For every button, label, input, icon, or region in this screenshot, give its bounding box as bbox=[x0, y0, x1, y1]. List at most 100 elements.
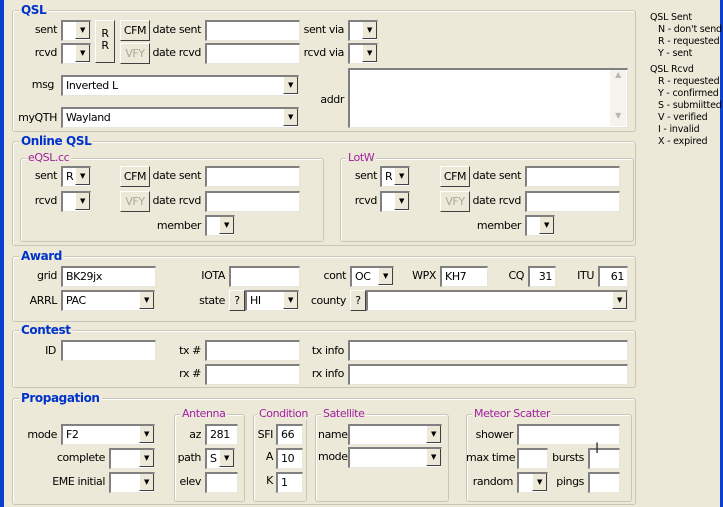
k-index-input[interactable]: 1 bbox=[276, 472, 303, 493]
lotw-cfm-button[interactable]: CFM bbox=[440, 166, 470, 187]
chevron-down-icon[interactable]: ▼ bbox=[426, 426, 441, 443]
value: R bbox=[385, 170, 393, 183]
eqsl-member-combo[interactable]: ▼ bbox=[205, 215, 235, 236]
cq-input[interactable]: 31 bbox=[528, 266, 556, 287]
scroll-up-icon[interactable]: ▲ bbox=[610, 70, 626, 79]
tx-info-input[interactable] bbox=[348, 340, 628, 361]
chevron-down-icon[interactable]: ▼ bbox=[75, 45, 90, 62]
shower-input[interactable] bbox=[517, 424, 620, 445]
grid-input[interactable]: BK29jx bbox=[61, 266, 156, 287]
lotw-date-sent-input[interactable] bbox=[525, 166, 620, 187]
a-index-input[interactable]: 10 bbox=[276, 448, 303, 469]
contest-id-input[interactable] bbox=[61, 340, 156, 361]
chevron-down-icon[interactable]: ▼ bbox=[139, 450, 154, 467]
cont-combo[interactable]: OC ▼ bbox=[350, 266, 394, 287]
bursts-input[interactable] bbox=[588, 448, 620, 469]
vfy-button[interactable]: VFY bbox=[120, 43, 150, 64]
chevron-down-icon[interactable]: ▼ bbox=[539, 217, 554, 234]
eqsl-rcvd-combo[interactable]: ▼ bbox=[61, 191, 91, 212]
value: Inverted L bbox=[66, 79, 118, 92]
addr-scrollbar[interactable]: ▲ ▼ bbox=[610, 70, 626, 126]
chevron-down-icon[interactable]: ▼ bbox=[219, 217, 234, 234]
myqth-label: myQTH bbox=[18, 111, 57, 124]
chevron-down-icon[interactable]: ▼ bbox=[139, 474, 154, 491]
sat-mode-combo[interactable]: ▼ bbox=[348, 447, 442, 468]
rcvd-via-combo[interactable]: ▼ bbox=[348, 43, 378, 64]
itu-input[interactable]: 61 bbox=[598, 266, 628, 287]
wpx-input[interactable]: KH7 bbox=[440, 266, 488, 287]
chevron-down-icon[interactable]: ▼ bbox=[283, 77, 298, 94]
county-lookup-button[interactable]: ? bbox=[350, 290, 366, 311]
sent-via-combo[interactable]: ▼ bbox=[348, 20, 378, 41]
eqsl-sent-combo[interactable]: R ▼ bbox=[61, 166, 91, 187]
elev-input[interactable] bbox=[205, 472, 238, 493]
qsl-sent-combo[interactable]: ▼ bbox=[61, 20, 91, 41]
complete-combo[interactable]: ▼ bbox=[109, 448, 155, 469]
chevron-down-icon[interactable]: ▼ bbox=[378, 268, 393, 285]
legend-item: R - requested bbox=[658, 36, 720, 47]
state-combo[interactable]: HI ▼ bbox=[245, 290, 299, 311]
chevron-down-icon[interactable]: ▼ bbox=[283, 109, 298, 126]
legend-item: Y - sent bbox=[658, 48, 693, 59]
state-lookup-button[interactable]: ? bbox=[229, 290, 245, 311]
sfi-label: SFI bbox=[257, 428, 274, 441]
lotw-member-combo[interactable]: ▼ bbox=[525, 215, 555, 236]
chevron-down-icon[interactable]: ▼ bbox=[219, 450, 234, 467]
msg-combo[interactable]: Inverted L ▼ bbox=[61, 75, 299, 96]
chevron-down-icon[interactable]: ▼ bbox=[612, 292, 627, 309]
date-rcvd-input[interactable] bbox=[205, 43, 300, 64]
eqsl-cfm-button[interactable]: CFM bbox=[120, 166, 150, 187]
eqsl-date-rcvd-input[interactable] bbox=[205, 191, 300, 212]
chevron-down-icon[interactable]: ▼ bbox=[75, 22, 90, 39]
tx-number-input[interactable] bbox=[205, 340, 300, 361]
rx-number-input[interactable] bbox=[205, 364, 300, 385]
chevron-down-icon[interactable]: ▼ bbox=[362, 45, 377, 62]
value: HI bbox=[250, 294, 261, 307]
qsl-title: QSL bbox=[19, 3, 49, 17]
chevron-down-icon[interactable]: ▼ bbox=[532, 474, 547, 491]
scroll-down-icon[interactable]: ▼ bbox=[610, 111, 626, 120]
rr-button[interactable]: R R bbox=[95, 20, 115, 63]
eme-initial-combo[interactable]: ▼ bbox=[109, 472, 155, 493]
lotw-vfy-button[interactable]: VFY bbox=[440, 191, 470, 212]
sfi-input[interactable]: 66 bbox=[276, 424, 303, 445]
random-combo[interactable]: ▼ bbox=[517, 472, 548, 493]
chevron-down-icon[interactable]: ▼ bbox=[139, 426, 154, 443]
arrl-combo[interactable]: PAC ▼ bbox=[61, 290, 155, 311]
legend-sent-title: QSL Sent bbox=[650, 12, 692, 23]
chevron-down-icon[interactable]: ▼ bbox=[394, 193, 409, 210]
chevron-down-icon[interactable]: ▼ bbox=[362, 22, 377, 39]
date-sent-label: date sent bbox=[152, 23, 202, 36]
sat-name-combo[interactable]: ▼ bbox=[348, 424, 442, 445]
eqsl-vfy-button[interactable]: VFY bbox=[120, 191, 150, 212]
value: Wayland bbox=[66, 111, 111, 124]
az-input[interactable]: 281 bbox=[205, 424, 238, 445]
myqth-combo[interactable]: Wayland ▼ bbox=[61, 107, 299, 128]
iota-label: IOTA bbox=[201, 269, 225, 282]
rx-info-input[interactable] bbox=[348, 364, 628, 385]
path-combo[interactable]: S ▼ bbox=[205, 448, 235, 469]
cfm-button[interactable]: CFM bbox=[120, 20, 150, 41]
lotw-sent-combo[interactable]: R ▼ bbox=[380, 166, 410, 187]
qsl-legend: QSL Sent N - don't send R - requested Y … bbox=[650, 12, 722, 148]
chevron-down-icon[interactable]: ▼ bbox=[139, 292, 154, 309]
prop-mode-combo[interactable]: F2 ▼ bbox=[61, 424, 155, 445]
lotw-rcvd-combo[interactable]: ▼ bbox=[380, 191, 410, 212]
max-time-input[interactable] bbox=[517, 448, 548, 469]
chevron-down-icon[interactable]: ▼ bbox=[426, 449, 441, 466]
addr-label: addr bbox=[320, 93, 344, 106]
chevron-down-icon[interactable]: ▼ bbox=[75, 193, 90, 210]
iota-input[interactable] bbox=[229, 266, 300, 287]
antenna-title: Antenna bbox=[180, 407, 228, 420]
county-combo[interactable]: ▼ bbox=[366, 290, 628, 311]
date-sent-input[interactable] bbox=[205, 20, 300, 41]
qsl-rcvd-combo[interactable]: ▼ bbox=[61, 43, 91, 64]
pings-input[interactable] bbox=[588, 472, 620, 493]
lotw-date-rcvd-input[interactable] bbox=[525, 191, 620, 212]
chevron-down-icon[interactable]: ▼ bbox=[283, 292, 298, 309]
eqsl-date-sent-input[interactable] bbox=[205, 166, 300, 187]
chevron-down-icon[interactable]: ▼ bbox=[394, 168, 409, 185]
chevron-down-icon[interactable]: ▼ bbox=[75, 168, 90, 185]
addr-textarea[interactable] bbox=[348, 68, 628, 128]
eqsl-date-sent-label: date sent bbox=[152, 169, 202, 182]
